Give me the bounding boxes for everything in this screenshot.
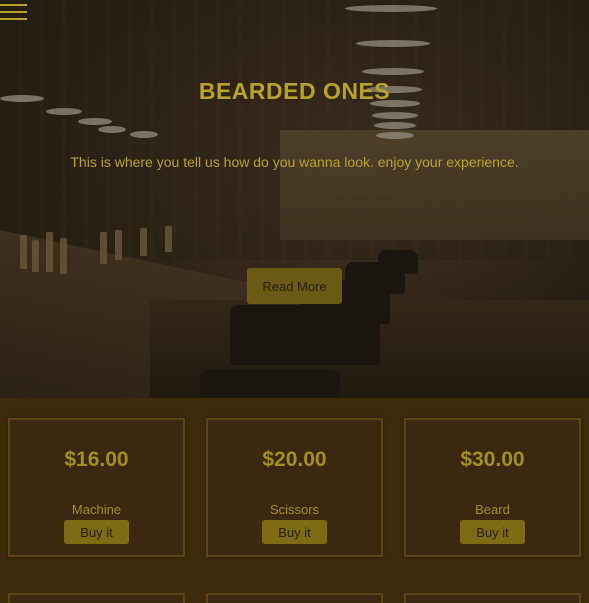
product-name: Scissors bbox=[269, 502, 320, 517]
product-card-partial bbox=[206, 593, 383, 603]
hero-section: BEARDED ONES This is where you tell us h… bbox=[0, 0, 589, 398]
menu-bar bbox=[0, 11, 27, 13]
product-card-beard: $30.00 Beard Buy it bbox=[404, 418, 581, 557]
product-name: Beard bbox=[475, 502, 510, 517]
menu-bar bbox=[0, 4, 27, 6]
product-card-machine: $16.00 Machine Buy it bbox=[8, 418, 185, 557]
product-name: Machine bbox=[71, 502, 122, 517]
product-card-partial bbox=[8, 593, 185, 603]
read-more-button[interactable]: Read More bbox=[247, 268, 342, 304]
hero-subtitle: This is where you tell us how do you wan… bbox=[70, 154, 519, 170]
product-price: $20.00 bbox=[262, 448, 327, 471]
hero-title: BEARDED ONES bbox=[198, 78, 391, 104]
product-price: $30.00 bbox=[460, 448, 525, 471]
product-price: $16.00 bbox=[64, 448, 129, 471]
hero-dark-overlay bbox=[0, 0, 589, 398]
product-card-partial bbox=[404, 593, 581, 603]
buy-button[interactable]: Buy it bbox=[262, 520, 327, 544]
buy-button[interactable]: Buy it bbox=[64, 520, 129, 544]
product-card-scissors: $20.00 Scissors Buy it bbox=[206, 418, 383, 557]
menu-bar bbox=[0, 18, 27, 20]
buy-button[interactable]: Buy it bbox=[460, 520, 525, 544]
hamburger-menu-icon[interactable] bbox=[0, 0, 27, 22]
products-section: $16.00 Machine Buy it $20.00 Scissors Bu… bbox=[0, 398, 589, 603]
